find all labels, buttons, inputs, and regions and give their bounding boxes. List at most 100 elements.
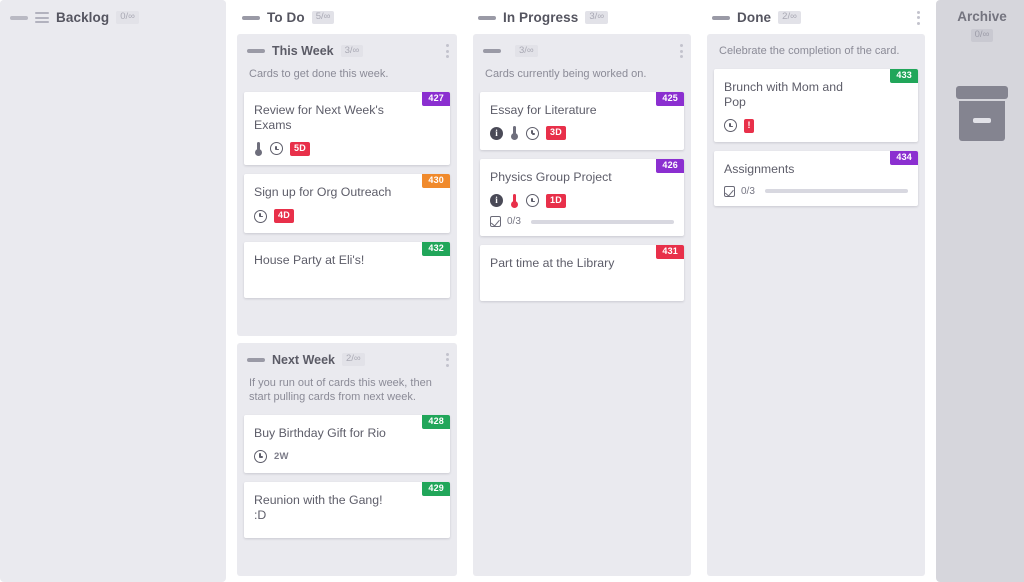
wip-badge: 5/∞	[311, 11, 335, 24]
archive-wip-badge: 0/∞	[970, 29, 994, 42]
column-archive[interactable]: Archive 0/∞	[936, 0, 1024, 582]
card-id-badge: 428	[422, 414, 450, 429]
drag-handle-icon[interactable]	[10, 15, 28, 20]
card[interactable]: 431 Part time at the Library	[480, 245, 684, 302]
card[interactable]: 426 Physics Group Project i 1D 0/3	[480, 158, 684, 237]
drag-handle-icon[interactable]	[712, 15, 730, 20]
card-title: Part time at the Library	[490, 256, 615, 271]
card[interactable]: 430 Sign up for Org Outreach 4D	[244, 174, 450, 233]
checklist-count: 0/3	[741, 185, 755, 197]
clock-icon	[270, 142, 283, 156]
swimlane-wip-badge: 3/∞	[340, 44, 364, 58]
column-header-done[interactable]: Done 2/∞	[702, 0, 930, 34]
column-menu-icon[interactable]	[917, 10, 920, 25]
card-id-badge: 433	[890, 68, 918, 83]
drag-handle-icon[interactable]	[242, 15, 260, 20]
kanban-board: Backlog 0/∞ To Do 5/∞ This Week 3/∞ Card…	[0, 0, 1024, 582]
card-meta: 5D	[254, 141, 440, 156]
archive-lid	[956, 85, 1008, 99]
column-header-todo[interactable]: To Do 5/∞	[232, 0, 462, 34]
archive-header: Archive 0/∞	[957, 0, 1007, 42]
card-checklist: 0/3	[724, 185, 908, 197]
card[interactable]: 427 Review for Next Week's Exams 5D	[244, 91, 450, 166]
due-badge: 4D	[274, 209, 294, 224]
swimlane-unnamed[interactable]: 3/∞ Cards currently being worked on. 425…	[473, 34, 691, 576]
column-header-in-progress[interactable]: In Progress 3/∞	[468, 0, 696, 34]
card-title: Review for Next Week's Exams	[254, 102, 384, 132]
card-id-badge: 429	[422, 482, 450, 496]
card-id-badge: 431	[656, 245, 684, 260]
archive-box-icon[interactable]	[956, 85, 1008, 141]
checklist-progress-bar	[530, 219, 674, 224]
swimlane-done[interactable]: Celebrate the completion of the card. 43…	[707, 34, 925, 576]
swimlane-wip-badge: 3/∞	[515, 44, 538, 58]
clock-icon	[526, 194, 539, 208]
swimlane-card-list: 427 Review for Next Week's Exams 5D 430 …	[237, 91, 457, 306]
checklist-progress-bar	[764, 189, 908, 194]
card[interactable]: 433 Brunch with Mom and Pop !	[714, 68, 918, 143]
info-icon: i	[490, 126, 503, 140]
archive-slot	[973, 118, 991, 123]
column-in-progress[interactable]: In Progress 3/∞ 3/∞ Cards currently bein…	[468, 0, 696, 582]
clock-icon	[724, 119, 737, 133]
wip-badge: 2/∞	[778, 11, 801, 24]
swimlane-title: This Week	[272, 44, 334, 58]
column-title: Done	[737, 10, 772, 25]
list-icon	[35, 12, 49, 23]
archive-title: Archive	[957, 9, 1007, 24]
card[interactable]: 432 House Party at Eli's!	[244, 241, 450, 298]
column-backlog[interactable]: Backlog 0/∞	[0, 0, 226, 582]
card[interactable]: 428 Buy Birthday Gift for Rio 2W	[244, 414, 450, 473]
in-progress-lanes: 3/∞ Cards currently being worked on. 425…	[468, 34, 696, 582]
card-meta: 4D	[254, 209, 440, 224]
thermometer-icon	[510, 193, 519, 208]
checkbox-icon	[724, 185, 735, 197]
due-badge: 5D	[290, 141, 310, 156]
card[interactable]: 429 Reunion with the Gang! :D	[244, 482, 450, 538]
card[interactable]: 434 Assignments 0/3	[714, 151, 918, 206]
info-icon: i	[490, 194, 503, 208]
card-title: Essay for Literature	[490, 102, 597, 117]
card-id-badge: 426	[656, 158, 684, 173]
swimlane-wip-badge: 2/∞	[342, 353, 365, 366]
card[interactable]: 425 Essay for Literature i 3D	[480, 91, 684, 150]
drag-handle-icon[interactable]	[478, 15, 496, 20]
drag-handle-icon[interactable]	[483, 49, 501, 53]
swimlane-card-list: 425 Essay for Literature i 3D 426 Physic…	[473, 91, 691, 310]
wip-badge: 0/∞	[116, 11, 139, 24]
card-meta: !	[724, 118, 908, 133]
column-done[interactable]: Done 2/∞ Celebrate the completion of the…	[702, 0, 930, 582]
swimlane-description: Celebrate the completion of the card.	[719, 45, 900, 57]
swimlane-card-list: 433 Brunch with Mom and Pop ! 434 Assign…	[707, 68, 925, 214]
swimlane-title: Next Week	[272, 352, 335, 367]
card-meta: i 3D	[490, 126, 674, 141]
column-todo[interactable]: To Do 5/∞ This Week 3/∞ Cards to get don…	[232, 0, 462, 582]
swimlane-description: Cards currently being worked on.	[485, 68, 647, 80]
card-title: Buy Birthday Gift for Rio	[254, 425, 386, 440]
drag-handle-icon[interactable]	[247, 357, 265, 362]
swimlane-menu-icon[interactable]	[680, 44, 683, 58]
swimlane-description: If you run out of cards this week, then …	[249, 376, 432, 404]
swimlane-header[interactable]: This Week 3/∞	[237, 34, 457, 64]
column-header-backlog[interactable]: Backlog 0/∞	[0, 0, 226, 34]
due-badge: 3D	[546, 126, 566, 141]
card-title: Reunion with the Gang! :D	[254, 493, 383, 523]
swimlane-menu-icon[interactable]	[446, 352, 449, 367]
checkbox-icon	[490, 216, 501, 228]
card-title: Brunch with Mom and Pop	[724, 79, 843, 109]
swimlane-header[interactable]: Next Week 2/∞	[237, 343, 457, 373]
drag-handle-icon[interactable]	[247, 49, 265, 53]
card-title: Physics Group Project	[490, 169, 612, 184]
checklist-count: 0/3	[507, 216, 521, 228]
swimlane-next-week[interactable]: Next Week 2/∞ If you run out of cards th…	[237, 342, 457, 577]
swimlane-menu-icon[interactable]	[446, 44, 449, 58]
swimlane-description: Cards to get done this week.	[249, 68, 389, 80]
todo-lanes: This Week 3/∞ Cards to get done this wee…	[232, 34, 462, 582]
card-id-badge: 427	[422, 91, 450, 106]
clock-icon	[254, 209, 267, 223]
swimlane-header[interactable]: 3/∞	[473, 34, 691, 64]
swimlane-card-list: 428 Buy Birthday Gift for Rio 2W 429 Reu…	[237, 414, 457, 546]
swimlane-this-week[interactable]: This Week 3/∞ Cards to get done this wee…	[237, 34, 457, 336]
done-lanes: Celebrate the completion of the card. 43…	[702, 34, 930, 582]
card-meta: 2W	[254, 449, 440, 464]
